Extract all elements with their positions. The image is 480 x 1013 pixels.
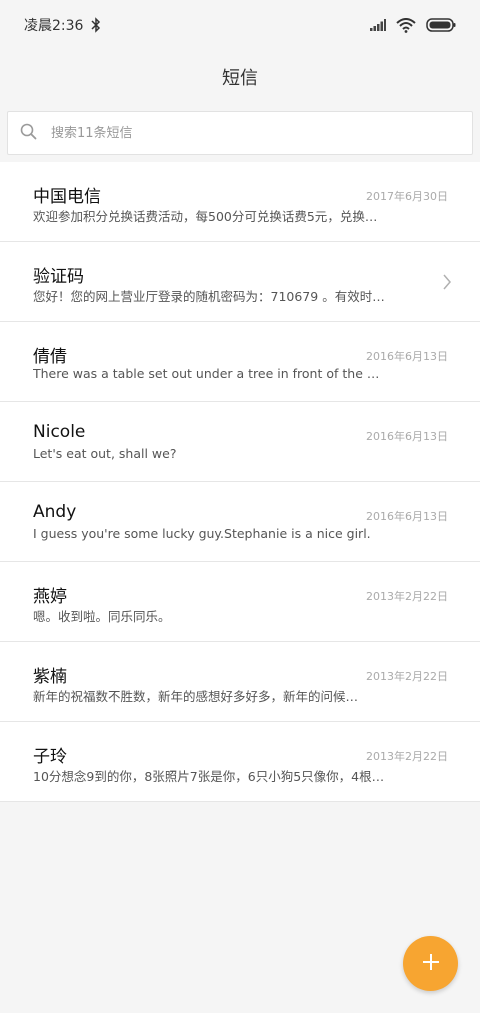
message-sender: 验证码 [33, 267, 84, 287]
search-bar [0, 104, 480, 162]
message-preview: 嗯。收到啦。同乐同乐。 [33, 609, 171, 624]
message-date: 2016年6月13日 [366, 510, 448, 523]
message-row-6[interactable]: 紫楠 2013年2月22日 新年的祝福数不胜数，新年的感想好多好多，新年的问候… [0, 642, 480, 722]
message-row-7[interactable]: 子玲 2013年2月22日 10分想念9到的你，8张照片7张是你，6只小狗5只像… [0, 722, 480, 802]
message-preview: I guess you're some lucky guy.Stephanie … [33, 526, 371, 541]
page-title: 短信 [222, 68, 258, 89]
plus-icon [421, 952, 441, 976]
message-sender: 紫楠 [33, 667, 67, 687]
message-list: 中国电信 2017年6月30日 欢迎参加积分兑换话费活动，每500分可兑换话费5… [0, 162, 480, 802]
message-date: 2016年6月13日 [366, 350, 448, 363]
message-date: 2016年6月13日 [366, 430, 448, 443]
wifi-icon [396, 17, 416, 33]
signal-icon [370, 19, 386, 31]
search-box[interactable] [7, 111, 473, 155]
message-sender: 中国电信 [33, 187, 101, 207]
message-date: 2013年2月22日 [366, 750, 448, 763]
message-row-0[interactable]: 中国电信 2017年6月30日 欢迎参加积分兑换话费活动，每500分可兑换话费5… [0, 162, 480, 242]
search-icon [20, 123, 37, 144]
message-row-2[interactable]: 倩倩 2016年6月13日 There was a table set out … [0, 322, 480, 402]
message-row-3[interactable]: Nicole 2016年6月13日 Let's eat out, shall w… [0, 402, 480, 482]
message-date: 2017年6月30日 [366, 190, 448, 203]
message-preview: 10分想念9到的你，8张照片7张是你，6只小狗5只像你，4根… [33, 769, 385, 784]
message-preview: 新年的祝福数不胜数，新年的感想好多好多，新年的问候… [33, 689, 359, 704]
message-sender: 倩倩 [33, 347, 67, 367]
message-preview: There was a table set out under a tree i… [33, 366, 380, 381]
status-right [370, 17, 456, 33]
new-message-button[interactable] [403, 936, 458, 991]
chevron-right-icon[interactable] [442, 274, 452, 294]
message-sender: Andy [33, 502, 77, 522]
message-preview: 欢迎参加积分兑换话费活动，每500分可兑换话费5元，兑换… [33, 209, 378, 224]
message-date: 2013年2月22日 [366, 590, 448, 603]
message-sender: Nicole [33, 422, 86, 442]
status-time: 凌晨2:36 [24, 18, 84, 34]
message-date: 2013年2月22日 [366, 670, 448, 683]
bluetooth-icon [91, 17, 101, 33]
status-left: 凌晨2:36 [24, 15, 101, 35]
message-row-1[interactable]: 验证码 您好！您的网上营业厅登录的随机密码为：710679 。有效时… [0, 242, 480, 322]
message-preview: 您好！您的网上营业厅登录的随机密码为：710679 。有效时… [33, 289, 385, 304]
message-row-5[interactable]: 燕婷 2013年2月22日 嗯。收到啦。同乐同乐。 [0, 562, 480, 642]
search-input[interactable] [49, 124, 433, 142]
message-row-4[interactable]: Andy 2016年6月13日 I guess you're some luck… [0, 482, 480, 562]
message-sender: 子玲 [33, 747, 67, 767]
message-sender: 燕婷 [33, 587, 67, 607]
battery-icon [426, 18, 456, 32]
message-preview: Let's eat out, shall we? [33, 446, 177, 461]
status-bar: 凌晨2:36 [0, 0, 480, 50]
